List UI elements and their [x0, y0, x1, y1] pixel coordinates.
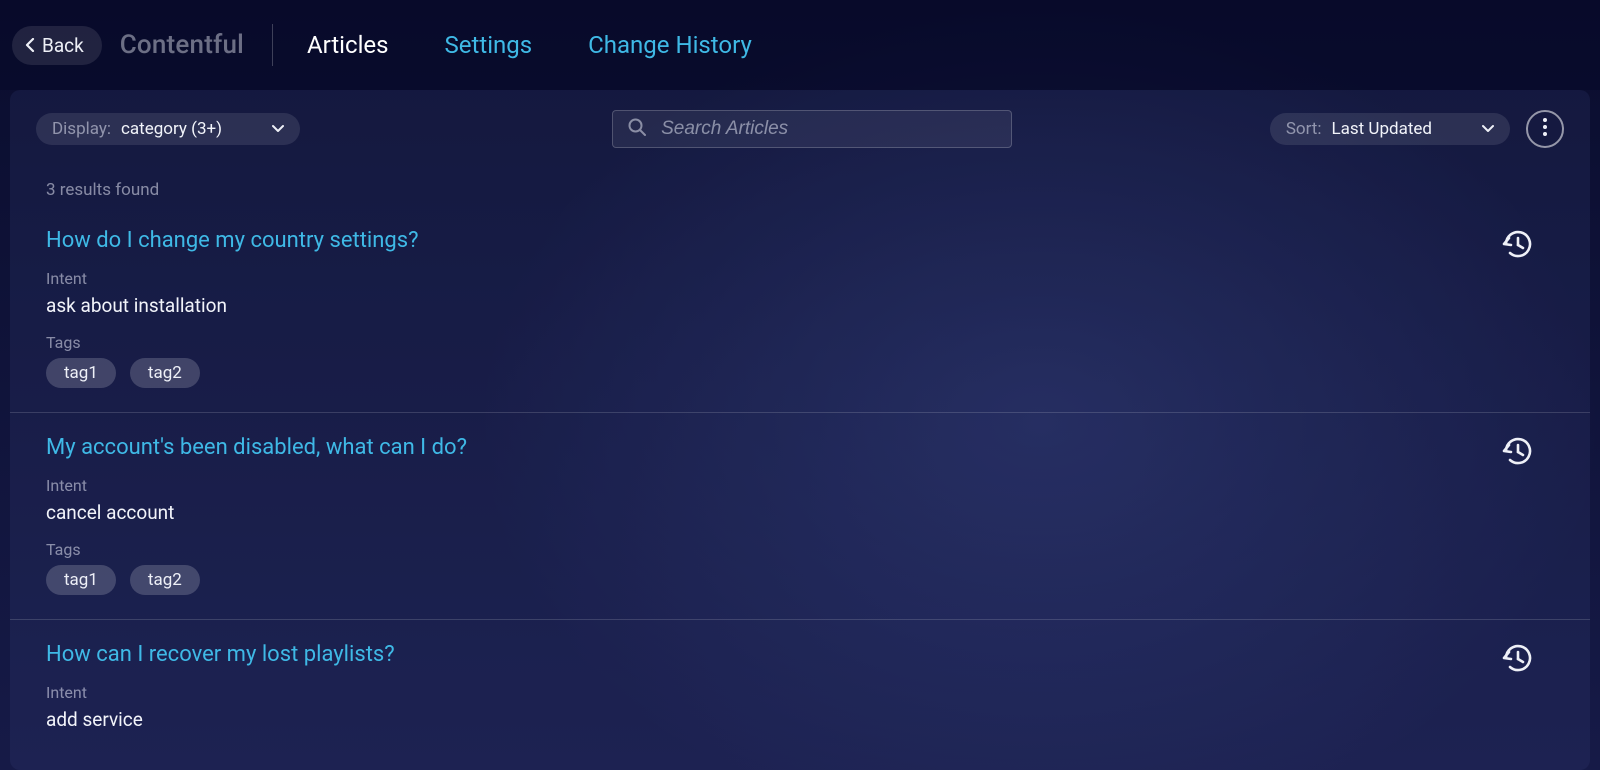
display-value: category (3+) [121, 119, 222, 139]
intent-label: Intent [46, 476, 1554, 495]
article-row: How can I recover my lost playlists? Int… [10, 620, 1590, 770]
display-filter[interactable]: Display: category (3+) [36, 113, 300, 145]
tab-articles[interactable]: Articles [301, 27, 395, 63]
history-icon [1500, 659, 1536, 678]
main-panel: Display: category (3+) Sort: Last Update… [10, 90, 1590, 770]
intent-label: Intent [46, 269, 1554, 288]
top-nav: Back Contentful Articles Settings Change… [0, 0, 1600, 90]
intent-value: ask about installation [46, 294, 1554, 317]
chevron-down-icon [1482, 119, 1494, 139]
brand-name: Contentful [120, 30, 244, 60]
tag-row: tag1 tag2 [46, 358, 1554, 388]
tag-chip[interactable]: tag2 [130, 565, 200, 595]
back-button[interactable]: Back [12, 26, 102, 65]
tab-change-history[interactable]: Change History [582, 27, 758, 63]
history-icon [1500, 245, 1536, 264]
intent-value: add service [46, 708, 1554, 731]
history-button[interactable] [1500, 228, 1536, 264]
display-label: Display: [52, 119, 111, 139]
tags-label: Tags [46, 333, 1554, 352]
chevron-down-icon [272, 119, 284, 139]
nav-separator [272, 24, 273, 66]
history-button[interactable] [1500, 642, 1536, 678]
article-title[interactable]: My account's been disabled, what can I d… [46, 435, 467, 460]
sort-filter[interactable]: Sort: Last Updated [1270, 113, 1510, 145]
tags-label: Tags [46, 540, 1554, 559]
sort-label: Sort: [1286, 119, 1322, 139]
article-title[interactable]: How do I change my country settings? [46, 228, 419, 253]
more-menu-button[interactable] [1526, 110, 1564, 148]
article-row: How do I change my country settings? Int… [10, 206, 1590, 413]
kebab-icon [1543, 118, 1547, 140]
history-icon [1500, 452, 1536, 471]
search-box[interactable] [612, 110, 1012, 148]
tag-row: tag1 tag2 [46, 565, 1554, 595]
toolbar: Display: category (3+) Sort: Last Update… [10, 90, 1590, 158]
intent-value: cancel account [46, 501, 1554, 524]
history-button[interactable] [1500, 435, 1536, 471]
tab-settings[interactable]: Settings [439, 27, 539, 63]
chevron-left-icon [24, 34, 36, 57]
search-icon [627, 117, 647, 141]
tag-chip[interactable]: tag1 [46, 358, 116, 388]
results-count: 3 results found [10, 158, 1590, 206]
article-row: My account's been disabled, what can I d… [10, 413, 1590, 620]
back-label: Back [42, 34, 84, 57]
sort-value: Last Updated [1331, 119, 1432, 139]
tag-chip[interactable]: tag2 [130, 358, 200, 388]
intent-label: Intent [46, 683, 1554, 702]
search-input[interactable] [661, 118, 997, 140]
tag-chip[interactable]: tag1 [46, 565, 116, 595]
article-title[interactable]: How can I recover my lost playlists? [46, 642, 395, 667]
